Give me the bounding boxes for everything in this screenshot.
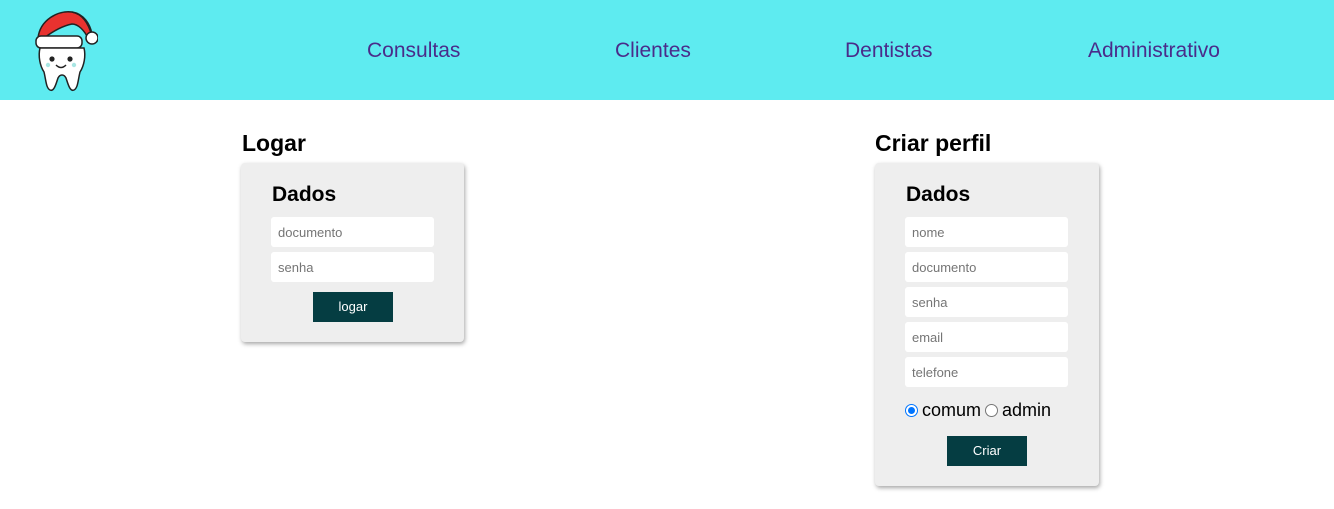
nav-clientes-link[interactable]: Clientes — [615, 38, 691, 64]
nav-administrativo-link[interactable]: Administrativo — [1088, 38, 1220, 64]
top-header: Consultas Clientes Dentistas Administrat… — [0, 0, 1334, 100]
signup-telefone-input[interactable] — [905, 357, 1068, 387]
signup-card-title: Dados — [906, 183, 971, 206]
signup-section-title: Criar perfil — [875, 130, 992, 156]
signup-card: Dados comum admin Criar — [875, 163, 1099, 486]
role-comum-label[interactable]: comum — [922, 400, 981, 421]
signup-senha-input[interactable] — [905, 287, 1068, 317]
nav-dentistas-link[interactable]: Dentistas — [845, 38, 933, 64]
signup-nome-input[interactable] — [905, 217, 1068, 247]
role-comum-radio[interactable] — [905, 403, 918, 417]
login-documento-input[interactable] — [271, 217, 434, 247]
login-card: Dados logar — [241, 163, 464, 342]
login-card-title: Dados — [272, 183, 337, 206]
role-radio-group: comum admin — [905, 399, 1055, 421]
login-section-title: Logar — [242, 130, 306, 156]
signup-documento-input[interactable] — [905, 252, 1068, 282]
criar-button[interactable]: Criar — [947, 436, 1027, 466]
tooth-santa-hat-icon[interactable] — [32, 8, 98, 94]
nav-consultas-link[interactable]: Consultas — [367, 38, 460, 64]
role-admin-label[interactable]: admin — [1002, 400, 1051, 421]
signup-email-input[interactable] — [905, 322, 1068, 352]
login-senha-input[interactable] — [271, 252, 434, 282]
logar-button[interactable]: logar — [313, 292, 393, 322]
role-admin-radio[interactable] — [985, 403, 999, 417]
